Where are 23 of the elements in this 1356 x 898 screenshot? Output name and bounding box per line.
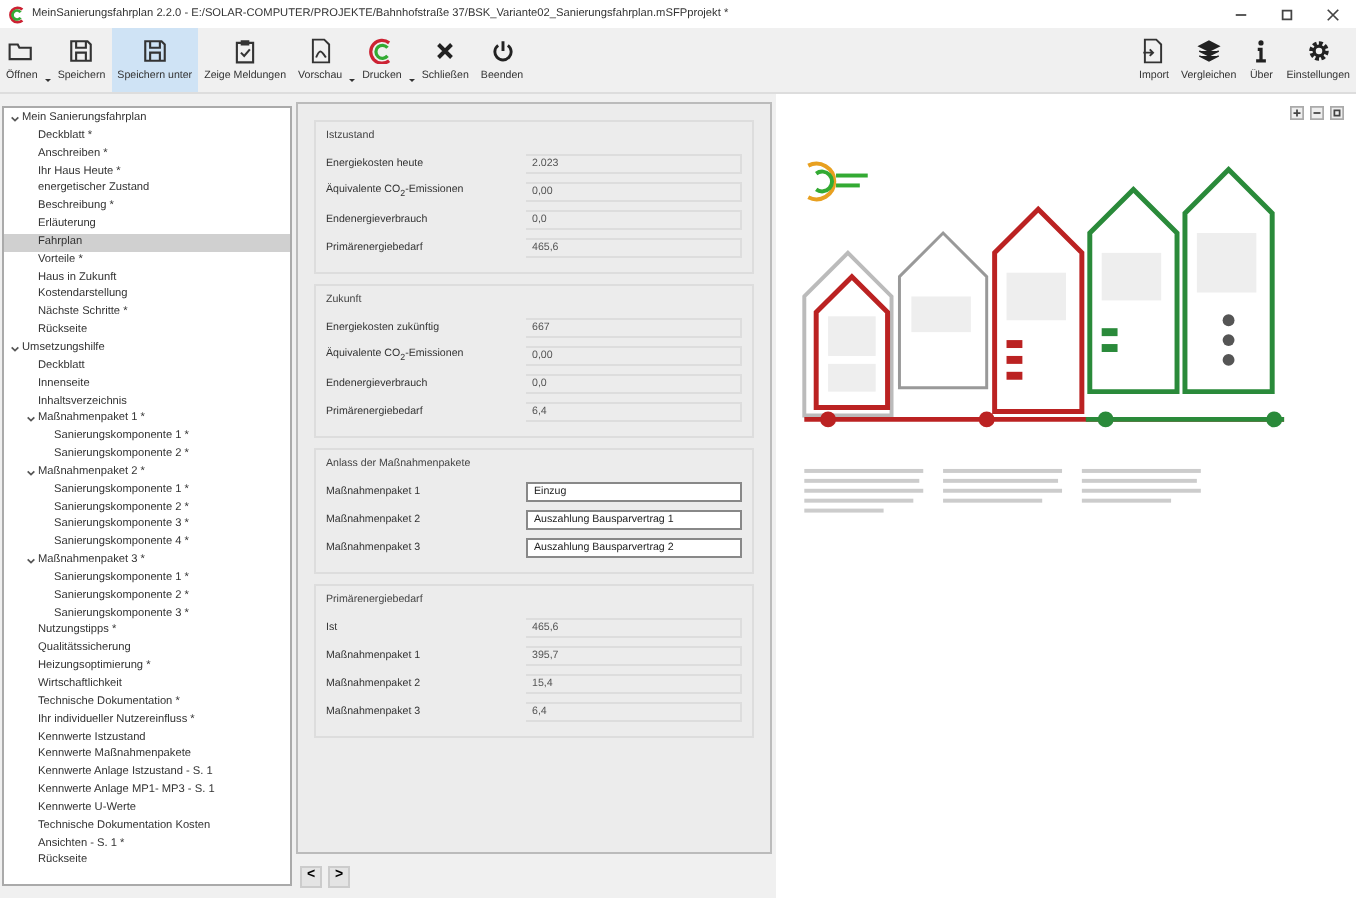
power-icon [489,38,516,64]
zoom-out-icon[interactable] [1310,106,1324,120]
maximize-icon[interactable] [1280,7,1294,21]
import-icon [1140,38,1167,64]
clipboard-check-icon [232,38,259,64]
fit-page-icon[interactable] [1330,106,1344,120]
settings-icon [1305,38,1332,64]
document-icon [307,38,334,64]
caret-icon[interactable] [10,113,20,124]
zoom-in-icon[interactable] [1290,106,1304,120]
layers-icon [1195,38,1222,64]
caret-icon[interactable] [26,414,36,425]
caret-icon[interactable] [10,343,20,354]
close-icon [432,38,459,64]
app-logo-icon [8,5,26,23]
caret-icon[interactable] [26,467,36,478]
caret-icon[interactable] [26,556,36,567]
dropdown-arrow-icon[interactable] [348,76,357,84]
dropdown-arrow-icon[interactable] [43,76,52,84]
app-logo-icon [368,38,395,64]
dropdown-arrow-icon[interactable] [407,76,416,84]
close-icon[interactable] [1326,7,1340,21]
folder-icon [8,38,35,64]
